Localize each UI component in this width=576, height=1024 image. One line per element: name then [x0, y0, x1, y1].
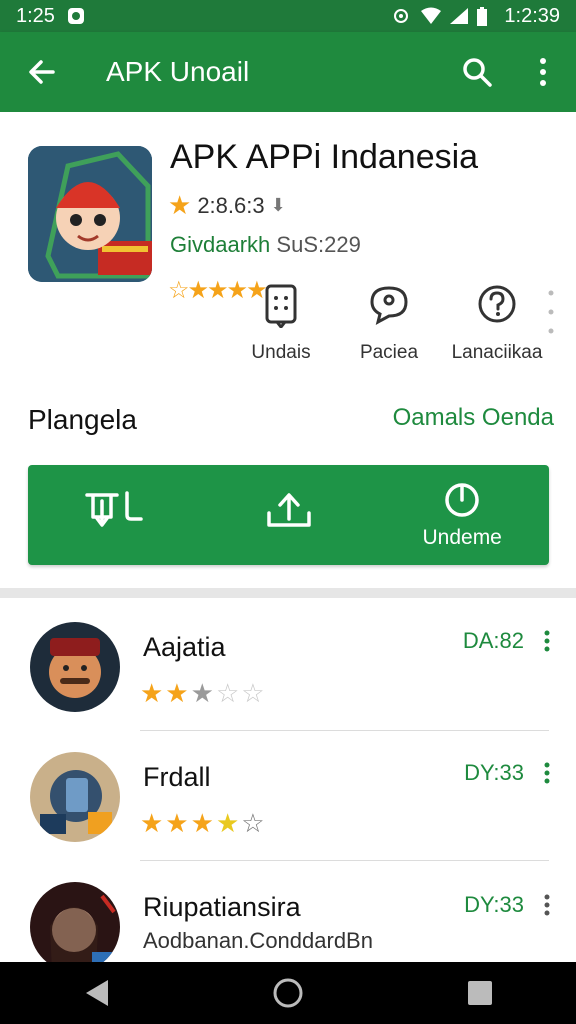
wifi-icon [420, 7, 442, 25]
list-item-name: Riupatiansira [143, 892, 301, 922]
feature-chat[interactable]: Paciea [334, 282, 444, 364]
star-full-icon: ★★★ [140, 808, 216, 838]
list-item-more-button[interactable] [544, 762, 550, 784]
arrow-left-icon [29, 60, 55, 84]
rating-text: 2:8.6:3 [197, 192, 265, 218]
section-title: Plangela [28, 404, 137, 435]
battery-icon [476, 7, 494, 26]
chat-icon [366, 282, 412, 328]
more-vert-icon[interactable] [548, 290, 554, 334]
star-full-icon: ★★ [140, 678, 191, 708]
help-icon [474, 282, 520, 328]
app-icon[interactable] [28, 146, 152, 282]
star-full-icon: ★ [215, 808, 242, 838]
star-empty-icon: ☆☆ [215, 678, 267, 708]
document-icon [258, 282, 304, 330]
feature-document[interactable]: Undais [226, 282, 336, 364]
more-vert-icon [544, 762, 550, 784]
list-item-name: Frdall [143, 762, 211, 792]
rating-row: ★ 2:8.6:3 ⬇ [168, 190, 286, 221]
nav-home-button[interactable] [248, 962, 328, 1024]
feature-help[interactable]: Lanaciikaa [442, 282, 552, 364]
search-icon [463, 58, 492, 87]
list-item[interactable]: Frdall ★★★★☆ DY:33 [0, 740, 576, 870]
star-empty-icon: ☆ [241, 808, 267, 838]
back-button[interactable] [0, 32, 84, 112]
upload-button[interactable] [202, 465, 376, 565]
power-icon [445, 483, 479, 517]
list-divider [140, 730, 549, 731]
upload-icon [266, 493, 311, 527]
feature-label: Paciea [359, 342, 419, 363]
triangle-back-icon [86, 980, 108, 1006]
circle-home-icon [273, 978, 303, 1008]
more-vert-icon [544, 630, 550, 652]
more-vert-icon [540, 58, 546, 86]
developer-name: Givdaarkh [170, 232, 271, 257]
app-name: APK APPi Indanesia [170, 138, 479, 176]
status-time-right: 1:2:39 [504, 4, 560, 27]
list-item-code: DA:82 [462, 628, 524, 653]
developer-suffix: SuS:229 [276, 232, 361, 257]
action-bar: Undeme [28, 465, 549, 565]
star-half-icon: ★ [190, 678, 216, 708]
download-small-icon: ⬇ [270, 195, 286, 215]
list-item-more-button[interactable] [544, 894, 550, 916]
star-icon: ★ [168, 190, 192, 220]
list-item-name: Aajatia [143, 632, 226, 662]
status-bar: 1:25 1:2:39 [0, 0, 576, 32]
update-button[interactable]: Undeme [375, 465, 549, 565]
list-item-code: DY:33 [464, 760, 524, 785]
list-divider [140, 860, 549, 861]
avatar [30, 882, 120, 972]
list-item-more-button[interactable] [544, 630, 550, 652]
download-icon [85, 491, 143, 527]
list-item-rating: ★★★★☆ [140, 808, 267, 839]
list-item-code: DY:33 [464, 892, 524, 917]
feature-label: Lanaciikaa [451, 342, 543, 363]
nav-recents-button[interactable] [440, 962, 520, 1024]
vibrate-icon [392, 7, 410, 25]
search-button[interactable] [444, 32, 510, 112]
star-empty-icon: ☆ [168, 277, 189, 304]
list-item-subtitle: Aodbanan.ConddardBn [143, 928, 373, 953]
overflow-menu-button[interactable] [510, 32, 576, 112]
list-item[interactable]: Aajatia ★★★☆☆ DA:82 [0, 610, 576, 740]
avatar [30, 622, 120, 712]
download-button[interactable] [28, 465, 202, 565]
avatar [30, 752, 120, 842]
signal-icon [448, 7, 469, 25]
action-label: Undeme [422, 526, 502, 549]
system-navigation-bar [0, 962, 576, 1024]
feature-label: Undais [251, 342, 311, 363]
notification-icon [67, 7, 85, 25]
app-bar-title: APK Unoail [106, 56, 250, 87]
nav-back-button[interactable] [56, 962, 136, 1024]
list-item-rating: ★★★☆☆ [140, 678, 267, 709]
section-divider [0, 588, 576, 598]
app-bar: APK Unoail [0, 32, 576, 112]
status-time-left: 1:25 [16, 4, 55, 27]
section-link[interactable]: Oamals Oenda [393, 404, 554, 432]
square-recents-icon [468, 981, 492, 1005]
developer[interactable]: Givdaarkh SuS:229 [170, 232, 361, 258]
more-vert-icon [544, 894, 550, 916]
